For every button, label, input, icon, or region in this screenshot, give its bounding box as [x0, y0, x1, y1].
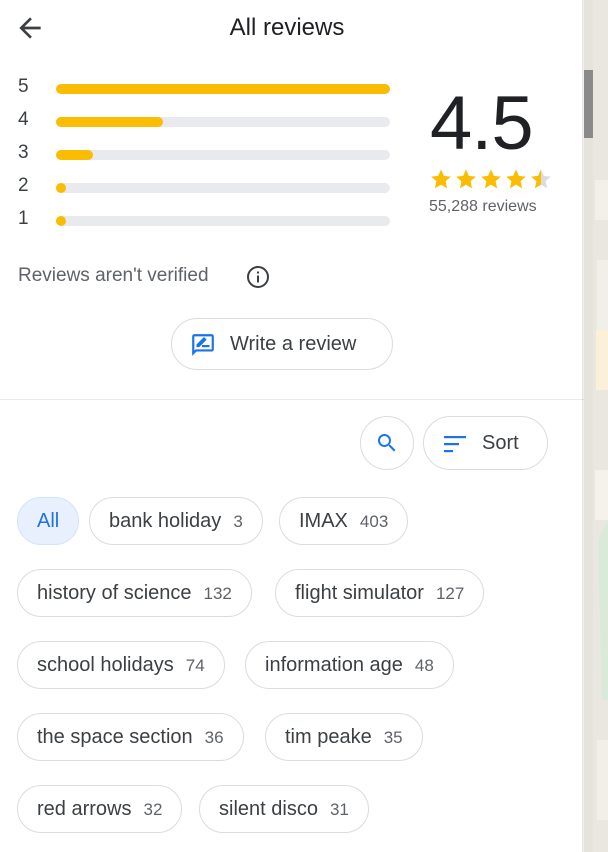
- topic-label: history of science: [37, 582, 192, 604]
- histogram-fill: [56, 183, 66, 193]
- header: All reviews: [0, 0, 584, 56]
- histogram-row[interactable]: 3: [18, 140, 398, 173]
- search-reviews-button[interactable]: [360, 416, 414, 470]
- topic-chip-all[interactable]: All: [17, 497, 80, 545]
- histogram-row[interactable]: 5: [18, 74, 398, 107]
- reviews-panel: All reviews 5 4 3 2 1 4.5 55,288 reviews…: [0, 0, 584, 852]
- write-review-button[interactable]: Write a review: [171, 318, 393, 370]
- topic-count: 35: [383, 728, 403, 747]
- topic-chip[interactable]: information age 48: [245, 641, 454, 689]
- topic-label: red arrows: [37, 798, 132, 820]
- topic-label: IMAX: [299, 510, 348, 532]
- star-rating: [429, 166, 554, 192]
- star-icon: [454, 166, 478, 192]
- histogram-fill: [56, 117, 163, 127]
- star-icon: [529, 166, 553, 192]
- histogram-fill: [56, 216, 66, 226]
- topic-chip[interactable]: silent disco 31: [199, 785, 369, 833]
- histogram-track: [56, 117, 390, 127]
- topic-count: 48: [414, 656, 434, 675]
- topic-chip[interactable]: bank holiday 3: [89, 497, 263, 545]
- topic-count: 36: [204, 728, 224, 747]
- histogram-label: 4: [18, 109, 29, 130]
- topic-chip[interactable]: history of science 132: [17, 569, 252, 617]
- topic-chip[interactable]: IMAX 403: [279, 497, 409, 545]
- topic-chip[interactable]: flight simulator 127: [275, 569, 485, 617]
- verification-notice: Reviews aren't verified: [18, 265, 209, 286]
- topic-label: information age: [265, 654, 403, 676]
- topic-chip[interactable]: the space section 36: [17, 713, 244, 761]
- histogram-track: [56, 216, 390, 226]
- topic-label: school holidays: [37, 654, 174, 676]
- topic-chip[interactable]: red arrows 32: [17, 785, 183, 833]
- review-count: 55,288 reviews: [429, 198, 537, 215]
- sort-icon: [444, 436, 466, 453]
- rate-review-icon: [192, 334, 214, 356]
- histogram-label: 2: [18, 175, 29, 196]
- map-view[interactable]: [593, 0, 608, 852]
- histogram-row[interactable]: 4: [18, 107, 398, 140]
- topic-count: 3: [233, 512, 243, 531]
- topic-count: 74: [185, 656, 205, 675]
- search-icon: [378, 434, 396, 452]
- histogram-fill: [56, 84, 390, 94]
- scrollbar-thumb[interactable]: [584, 70, 593, 138]
- histogram-track: [56, 84, 390, 94]
- topic-label: bank holiday: [109, 510, 222, 532]
- topic-label: the space section: [37, 726, 193, 748]
- star-icon: [429, 166, 453, 192]
- star-icon: [479, 166, 503, 192]
- histogram-row[interactable]: 2: [18, 173, 398, 206]
- page-title: All reviews: [229, 14, 345, 41]
- map-background: [593, 0, 608, 852]
- topic-label: silent disco: [219, 798, 318, 820]
- star-icon: [504, 166, 528, 192]
- sort-label: Sort: [482, 432, 519, 454]
- rating-histogram: 5 4 3 2 1: [18, 74, 398, 239]
- topic-count: 132: [203, 584, 232, 603]
- write-review-label: Write a review: [230, 333, 357, 355]
- topic-label: tim peake: [285, 726, 372, 748]
- histogram-fill: [56, 150, 93, 160]
- topic-chip[interactable]: school holidays 74: [17, 641, 225, 689]
- average-rating: 4.5: [430, 81, 534, 166]
- histogram-label: 1: [18, 208, 29, 229]
- histogram-track: [56, 150, 390, 160]
- topic-count: 127: [435, 584, 465, 603]
- topic-count: 32: [143, 800, 163, 819]
- topic-count: 403: [359, 512, 389, 531]
- sort-button[interactable]: Sort: [423, 416, 548, 470]
- histogram-row[interactable]: 1: [18, 206, 398, 239]
- topic-count: 31: [329, 800, 349, 819]
- histogram-track: [56, 183, 390, 193]
- histogram-label: 3: [18, 142, 29, 163]
- info-icon[interactable]: [246, 265, 270, 289]
- topic-label: flight simulator: [295, 582, 424, 604]
- divider: [0, 399, 584, 400]
- topic-label: All: [37, 510, 60, 532]
- topic-chip[interactable]: tim peake 35: [265, 713, 423, 761]
- histogram-label: 5: [18, 76, 29, 97]
